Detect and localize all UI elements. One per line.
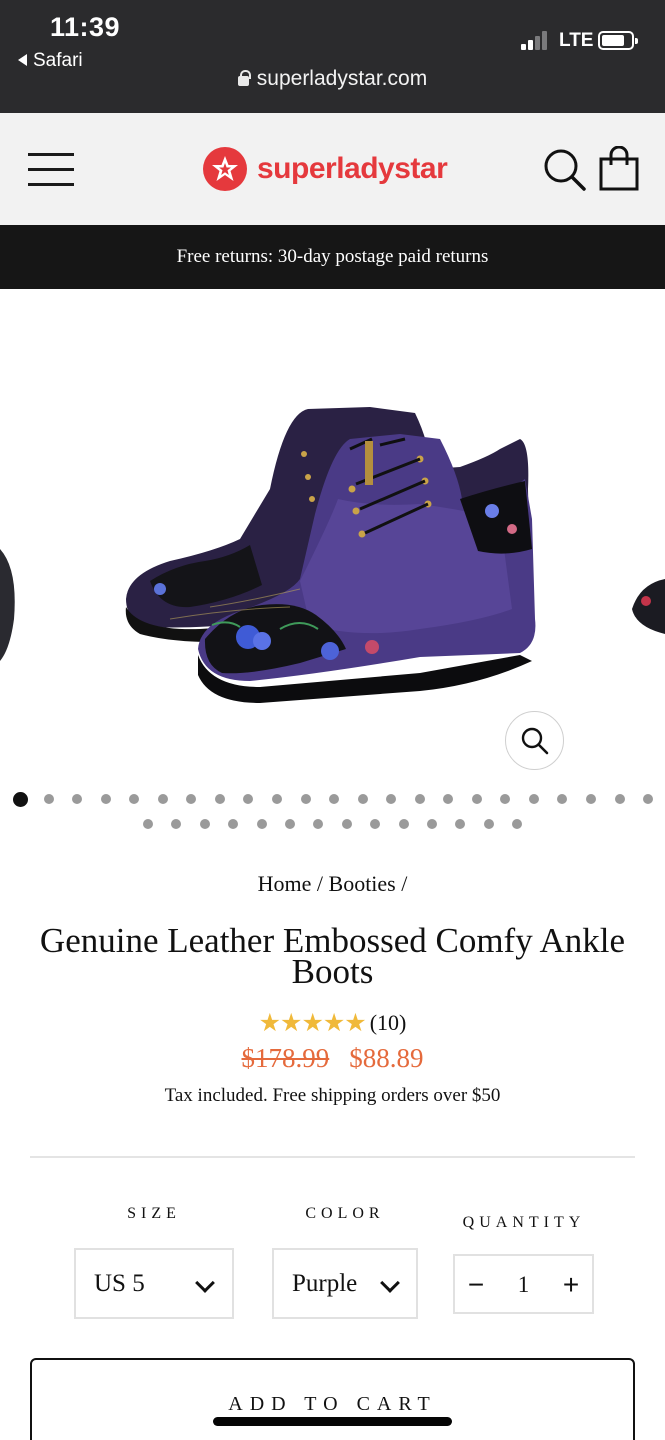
gallery-dot[interactable] [271,794,282,804]
home-indicator [213,1417,452,1426]
product-title: Genuine Leather Embossed Comfy Ankle Boo… [39,921,626,991]
shopping-bag-icon[interactable] [598,145,640,192]
gallery-dot[interactable] [341,819,352,829]
gallery-dot[interactable] [427,819,437,829]
brand-name: superladystar [257,152,448,185]
breadcrumb: Home / Booties / [0,871,665,897]
gallery-dot[interactable] [586,794,596,804]
gallery-dot[interactable] [471,794,482,804]
size-value: US 5 [94,1270,145,1297]
color-select[interactable]: Purple [272,1248,418,1319]
rating[interactable]: ★★★★★ (10) [0,1008,665,1038]
tax-note: Tax included. Free shipping orders over … [164,1085,501,1106]
site-logo[interactable]: superladystar [203,147,448,191]
gallery-dot[interactable] [256,819,267,829]
gallery-dot[interactable] [614,794,625,804]
search-icon[interactable] [543,148,587,192]
gallery-dot[interactable] [186,794,197,804]
gallery-dot[interactable] [443,794,454,804]
breadcrumb-separator: / [316,871,324,896]
gallery-dot[interactable] [214,794,225,804]
zoom-button[interactable] [505,711,564,770]
gallery-dot[interactable] [157,794,168,804]
gallery-dot[interactable] [171,819,182,829]
ios-status-bar: 11:39 Safari LTE superladystar.com [0,0,665,113]
review-count: (10) [369,1010,407,1035]
size-label: SIZE [127,1205,181,1222]
clock: 11:39 [50,12,121,42]
chevron-down-icon [380,1273,400,1293]
gallery-dot[interactable] [357,794,368,804]
gallery-dot[interactable] [129,794,140,804]
address-bar[interactable]: superladystar.com [0,67,665,91]
gallery-dot[interactable] [143,819,153,829]
add-to-cart-button[interactable]: ADD TO CART [30,1358,635,1440]
gallery-dot[interactable] [72,794,83,804]
gallery-dot[interactable] [500,794,511,804]
lock-icon [237,70,251,86]
gallery-dot[interactable] [285,819,295,829]
breadcrumb-home[interactable]: Home [258,871,312,896]
gallery-dot[interactable] [243,794,254,804]
decrease-quantity-button[interactable]: − [459,1265,493,1305]
compare-price: $178.99 [241,1043,330,1073]
gallery-dot[interactable] [199,819,210,829]
announcement-bar: Free returns: 30-day postage paid return… [0,225,665,289]
back-arrow-icon [18,53,27,66]
price: $178.99 $88.89 [0,1043,665,1074]
color-value: Purple [292,1270,358,1297]
gallery-dot[interactable] [455,819,466,829]
gallery-dot[interactable] [43,794,54,804]
product-gallery[interactable] [0,289,665,789]
gallery-dot[interactable] [398,819,409,829]
gallery-dot[interactable] [643,794,654,804]
gallery-dot[interactable] [12,791,28,807]
battery-icon [598,31,638,50]
gallery-dot[interactable] [557,794,568,804]
hamburger-icon[interactable] [28,153,74,187]
gallery-dot[interactable] [483,819,494,829]
url-text: superladystar.com [256,67,428,90]
gallery-dot[interactable] [300,794,311,804]
signal-icon [521,30,553,50]
product-image [0,407,665,703]
gallery-dot[interactable] [528,794,539,804]
gallery-dot[interactable] [329,794,340,804]
gallery-dot[interactable] [386,794,397,804]
network-type: LTE [559,30,594,51]
divider [30,1156,635,1158]
breadcrumb-booties[interactable]: Booties [329,871,396,896]
quantity-stepper: − + [453,1254,594,1314]
size-select[interactable]: US 5 [74,1248,234,1319]
gallery-dot[interactable] [512,819,523,829]
star-rating-icon: ★★★★★ [258,1010,367,1037]
gallery-dot[interactable] [370,819,381,829]
quantity-label: QUANTITY [462,1214,586,1231]
color-label: COLOR [305,1205,385,1222]
gallery-dot[interactable] [228,819,239,829]
quantity-input[interactable] [501,1268,546,1302]
magnifier-icon [521,727,549,755]
chevron-down-icon [195,1273,215,1293]
gallery-dot[interactable] [414,794,425,804]
gallery-dot[interactable] [313,819,324,829]
sale-price: $88.89 [349,1043,424,1073]
increase-quantity-button[interactable]: + [554,1265,588,1305]
gallery-dot[interactable] [100,794,111,804]
star-logo-icon [203,147,247,191]
breadcrumb-separator: / [401,871,408,896]
